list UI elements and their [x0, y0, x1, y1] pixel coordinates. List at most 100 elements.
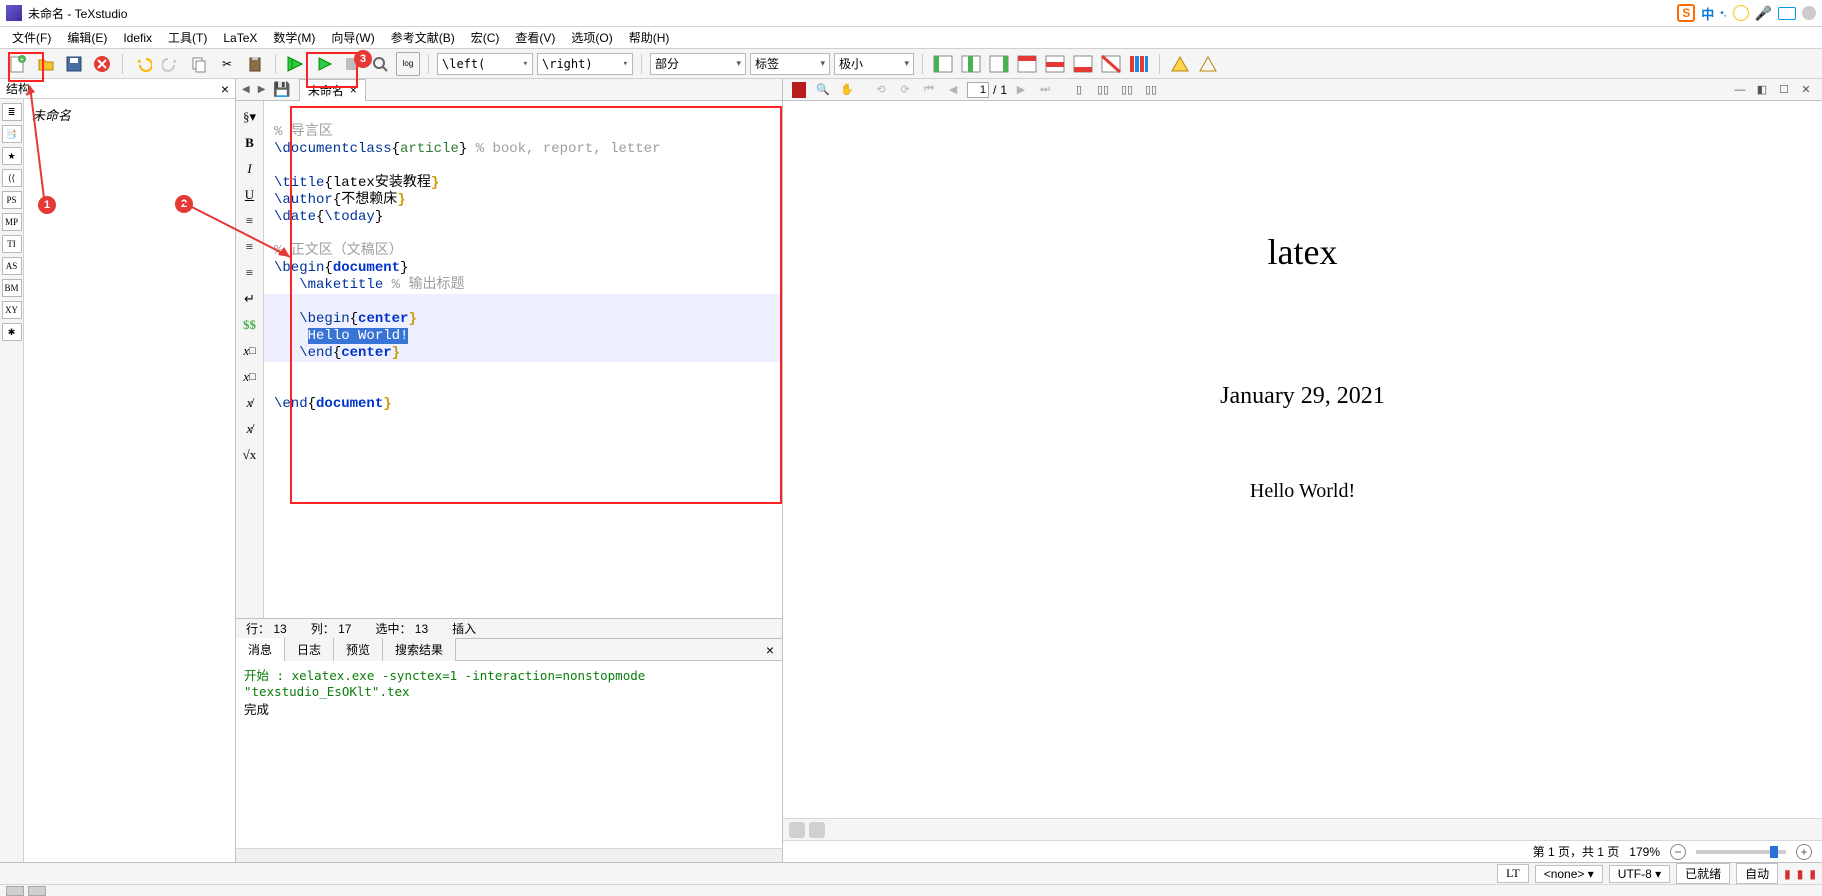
- editor-tab-close-icon[interactable]: ×: [350, 83, 357, 97]
- build-view-button[interactable]: [284, 52, 308, 76]
- editor-tab[interactable]: 未命名 ×: [299, 79, 366, 101]
- sqrt-icon[interactable]: √x: [239, 445, 261, 465]
- menu-idefix[interactable]: Idefix: [115, 29, 160, 47]
- pdf-fwd-icon[interactable]: ⟳: [895, 81, 915, 99]
- status-lt[interactable]: LT: [1497, 864, 1529, 883]
- align-center-icon[interactable]: ≡: [239, 237, 261, 257]
- right-delimiter-combo[interactable]: \right)▾: [537, 53, 633, 75]
- menu-bib[interactable]: 参考文献(B): [383, 27, 463, 48]
- zoom-in-button[interactable]: +: [1796, 844, 1812, 860]
- log-tab-preview[interactable]: 预览: [334, 638, 383, 661]
- pdf-page[interactable]: latex January 29, 2021 Hello World!: [783, 101, 1822, 818]
- zoom-out-button[interactable]: −: [1670, 844, 1686, 860]
- copy-button[interactable]: [187, 52, 211, 76]
- stop-button[interactable]: [340, 52, 364, 76]
- superscript-icon[interactable]: x□: [239, 367, 261, 387]
- new-file-button[interactable]: +: [6, 52, 30, 76]
- structure-close-icon[interactable]: ×: [221, 81, 229, 97]
- collab-user1-icon[interactable]: [789, 822, 805, 838]
- pdf-prev-icon[interactable]: ◀: [943, 81, 963, 99]
- table-diag1-icon[interactable]: [1099, 52, 1123, 76]
- status-auto[interactable]: 自动: [1736, 863, 1778, 884]
- undo-button[interactable]: [131, 52, 155, 76]
- tab-back-icon[interactable]: ◀: [238, 84, 254, 95]
- log-tab-journal[interactable]: 日志: [285, 638, 334, 661]
- pdf-back-icon[interactable]: ⟲: [871, 81, 891, 99]
- strip-ti-icon[interactable]: TI: [2, 235, 22, 253]
- redo-button[interactable]: [159, 52, 183, 76]
- strip-brackets-icon[interactable]: ⟨⟨: [2, 169, 22, 187]
- close-button[interactable]: [90, 52, 114, 76]
- preview-min-icon[interactable]: —: [1730, 81, 1750, 99]
- preview-max-icon[interactable]: ☐: [1774, 81, 1794, 99]
- strip-xy-icon[interactable]: XY: [2, 301, 22, 319]
- structure-doc-item[interactable]: 未命名: [32, 108, 71, 123]
- structure-tree[interactable]: 未命名: [24, 99, 235, 862]
- table-left-icon[interactable]: [931, 52, 955, 76]
- strip-favorites-icon[interactable]: ★: [2, 147, 22, 165]
- zoom-slider[interactable]: [1696, 850, 1786, 854]
- table-center-icon[interactable]: [959, 52, 983, 76]
- save-button[interactable]: [62, 52, 86, 76]
- code-editor[interactable]: % 导言区 \documentclass{article} % book, re…: [264, 101, 782, 618]
- status-encoding[interactable]: UTF-8 ▾: [1609, 865, 1670, 883]
- underline-button[interactable]: U: [239, 185, 261, 205]
- view-pdf-button[interactable]: [368, 52, 392, 76]
- task1-icon[interactable]: [6, 886, 24, 896]
- pdf-page-input[interactable]: [967, 82, 989, 98]
- strip-outline-icon[interactable]: ≣: [2, 103, 22, 121]
- italic-button[interactable]: I: [239, 159, 261, 179]
- section-icon[interactable]: §▾: [239, 107, 261, 127]
- open-file-button[interactable]: [34, 52, 58, 76]
- menu-macro[interactable]: 宏(C): [463, 27, 508, 48]
- log-body[interactable]: 开始 : xelatex.exe -synctex=1 -interaction…: [236, 661, 782, 848]
- strip-as-icon[interactable]: AS: [2, 257, 22, 275]
- strip-misc-icon[interactable]: ✱: [2, 323, 22, 341]
- pdf-book-icon[interactable]: ▯▯: [1141, 81, 1161, 99]
- menu-file[interactable]: 文件(F): [4, 27, 59, 48]
- subscript-icon[interactable]: x□: [239, 341, 261, 361]
- menu-wizard[interactable]: 向导(W): [323, 27, 382, 48]
- pdf-cont-icon[interactable]: ▯▯: [1093, 81, 1113, 99]
- menu-options[interactable]: 选项(O): [563, 27, 620, 48]
- frac-icon[interactable]: x̸: [239, 393, 261, 413]
- menu-tools[interactable]: 工具(T): [160, 27, 215, 48]
- menu-latex[interactable]: LaTeX: [215, 29, 265, 47]
- strip-mp-icon[interactable]: MP: [2, 213, 22, 231]
- left-delimiter-combo[interactable]: \left(▾: [437, 53, 533, 75]
- table-bot-icon[interactable]: [1071, 52, 1095, 76]
- strip-ps-icon[interactable]: PS: [2, 191, 22, 209]
- ime-voice-icon[interactable]: 🎤: [1755, 5, 1772, 22]
- menu-help[interactable]: 帮助(H): [621, 27, 678, 48]
- table-mid-icon[interactable]: [1043, 52, 1067, 76]
- pdf-search-icon[interactable]: 🔍: [813, 81, 833, 99]
- pdf-first-icon[interactable]: ⏮: [919, 81, 939, 99]
- ime-punct-icon[interactable]: •,: [1720, 8, 1726, 19]
- tab-save-icon[interactable]: 💾: [269, 81, 294, 98]
- task2-icon[interactable]: [28, 886, 46, 896]
- menu-view[interactable]: 查看(V): [507, 27, 563, 48]
- log-tab-messages[interactable]: 消息: [236, 638, 285, 661]
- bold-button[interactable]: B: [239, 133, 261, 153]
- tab-fwd-icon[interactable]: ▶: [254, 84, 270, 95]
- fontsize-combo[interactable]: 极小▾: [834, 53, 914, 75]
- pdf-next-icon[interactable]: ▶: [1011, 81, 1031, 99]
- table-cols-icon[interactable]: [1127, 52, 1151, 76]
- status-master[interactable]: <none> ▾: [1535, 865, 1603, 883]
- warn2-icon[interactable]: [1196, 52, 1220, 76]
- pdf-single-icon[interactable]: ▯: [1069, 81, 1089, 99]
- menu-edit[interactable]: 编辑(E): [59, 27, 115, 48]
- align-left-icon[interactable]: ≡: [239, 211, 261, 231]
- warn1-icon[interactable]: [1168, 52, 1192, 76]
- dfrac-icon[interactable]: x̸: [239, 419, 261, 439]
- collab-user2-icon[interactable]: [809, 822, 825, 838]
- status-flag3-icon[interactable]: ▮: [1809, 867, 1816, 881]
- ime-lang-icon[interactable]: 中: [1701, 4, 1714, 23]
- pdf-last-icon[interactable]: ⏭: [1035, 81, 1055, 99]
- newline-icon[interactable]: ↵: [239, 289, 261, 309]
- ime-account-icon[interactable]: [1802, 6, 1816, 20]
- table-right-icon[interactable]: [987, 52, 1011, 76]
- ime-emoji-icon[interactable]: [1733, 5, 1749, 21]
- pdf-hand-icon[interactable]: ✋: [837, 81, 857, 99]
- log-close-icon[interactable]: ×: [758, 642, 782, 658]
